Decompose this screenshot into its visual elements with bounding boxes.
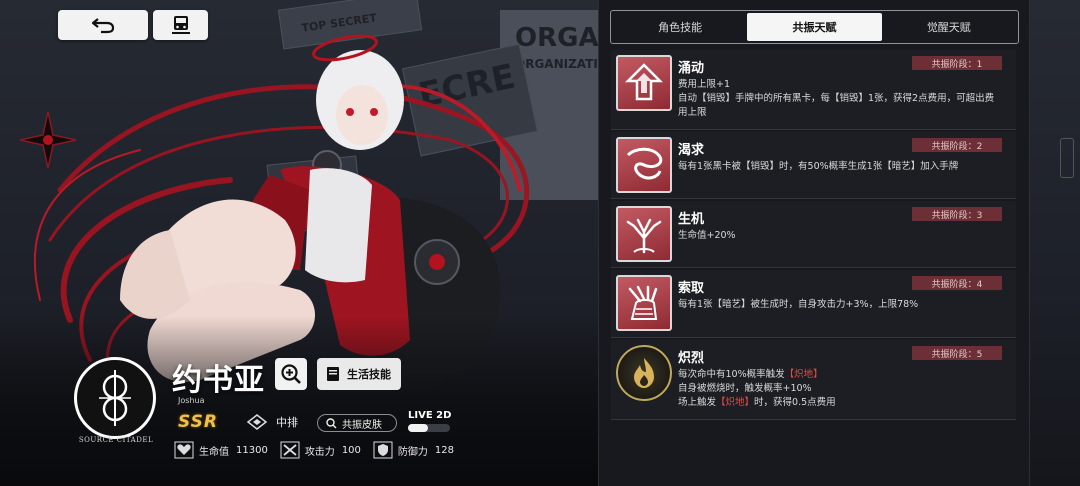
faction-emblem bbox=[74, 357, 156, 439]
life-skill-button[interactable]: 生活技能 bbox=[317, 358, 401, 390]
talent-desc: 生命值+20% bbox=[678, 229, 1003, 243]
train-icon bbox=[171, 16, 190, 34]
shield-icon bbox=[373, 441, 393, 459]
flame-icon bbox=[616, 345, 672, 401]
stat-attack: 攻击力 100 bbox=[280, 441, 361, 459]
desc-keyword: 【炽地】 bbox=[784, 369, 823, 380]
desc-text: 每次命中有10%概率触发 bbox=[678, 369, 785, 380]
search-icon bbox=[326, 417, 337, 428]
tab-character-skills[interactable]: 角色技能 bbox=[613, 13, 747, 41]
talent-item[interactable]: 涌动 共振阶段：1 费用上限+1 自动【销毁】手牌中的所有黑卡，每【销毁】1张，… bbox=[611, 50, 1016, 130]
heart-icon bbox=[174, 441, 194, 459]
skin-label: 共振皮肤 bbox=[342, 419, 382, 431]
talent-stage: 共振阶段：2 bbox=[912, 138, 1002, 152]
talent-name: 涌动 bbox=[678, 61, 705, 76]
desc-text: 场上触发 bbox=[678, 397, 717, 408]
desc-keyword: 【炽地】 bbox=[716, 397, 755, 408]
toggle-knob bbox=[408, 424, 428, 432]
stat-attack-value: 100 bbox=[341, 444, 361, 456]
character-name: 约书亚 bbox=[172, 363, 265, 398]
return-arrow-icon bbox=[91, 18, 115, 34]
talent-name: 索取 bbox=[678, 281, 705, 296]
talent-item[interactable]: 生机 共振阶段：3 生命值+20% bbox=[611, 201, 1016, 268]
talent-name: 生机 bbox=[678, 212, 705, 227]
life-skill-label: 生活技能 bbox=[347, 368, 391, 381]
tab-bar: 角色技能 共振天赋 觉醒天赋 bbox=[610, 10, 1019, 44]
faction-label: SOURCE CITADEL bbox=[78, 436, 154, 444]
talent-list: 涌动 共振阶段：1 费用上限+1 自动【销毁】手牌中的所有黑卡，每【销毁】1张，… bbox=[611, 50, 1016, 420]
live2d-toggle[interactable] bbox=[408, 424, 450, 432]
tab-resonance-talents[interactable]: 共振天赋 bbox=[747, 13, 882, 41]
position-indicator: 中排 bbox=[246, 414, 298, 430]
grasping-hand-icon bbox=[616, 275, 672, 331]
rarity-badge: SSR bbox=[178, 412, 218, 432]
source-citadel-logo-icon bbox=[99, 370, 131, 426]
stat-attack-label: 攻击力 bbox=[304, 446, 335, 458]
stats-row: 生命值 11300 攻击力 100 防御力 128 bbox=[174, 441, 454, 459]
talent-item[interactable]: 炽烈 共振阶段：5 每次命中有10%概率触发【炽地】 自身被燃烧时，触发概率+1… bbox=[611, 340, 1016, 420]
talent-desc: 每有1张【暗艺】被生成时，自身攻击力+3%，上限78% bbox=[678, 298, 1003, 312]
talent-desc-line: 自动【销毁】手牌中的所有黑卡，每【销毁】1张，获得2点费用，可超出费用上限 bbox=[678, 93, 995, 118]
game-screen: { "background": { "paper_top_secret": "T… bbox=[0, 0, 1080, 486]
stat-hp-label: 生命值 bbox=[199, 446, 229, 458]
stat-defense-value: 128 bbox=[434, 444, 454, 456]
position-label: 中排 bbox=[276, 416, 298, 429]
live2d-label: LIVE 2D bbox=[408, 410, 452, 421]
position-diamond-icon bbox=[246, 414, 268, 430]
talent-desc-line: 场上触发【炽地】时，获得0.5点费用 bbox=[678, 396, 1003, 410]
talent-desc-line: 每有1张黑卡被【销毁】时，有50%概率生成1张【暗艺】加入手牌 bbox=[678, 161, 959, 172]
talent-desc-line: 每次命中有10%概率触发【炽地】 bbox=[678, 368, 1003, 382]
resonance-skin-button[interactable]: 共振皮肤 bbox=[317, 414, 397, 432]
talent-stage: 共振阶段：3 bbox=[912, 207, 1002, 221]
talent-stage: 共振阶段：4 bbox=[912, 276, 1002, 290]
talent-name: 炽烈 bbox=[678, 351, 705, 366]
stat-defense-label: 防御力 bbox=[397, 446, 428, 458]
stat-hp-value: 11300 bbox=[236, 444, 268, 456]
upward-arrow-icon bbox=[616, 55, 672, 111]
train-button[interactable] bbox=[153, 10, 208, 40]
side-scroll-handle[interactable] bbox=[1060, 138, 1074, 178]
talent-desc-line: 自身被燃烧时，触发概率+10% bbox=[678, 382, 1003, 396]
compass-star-icon bbox=[19, 111, 77, 169]
desc-text: 自身被燃烧时，触发概率+10% bbox=[678, 383, 812, 394]
zoom-in-icon bbox=[281, 364, 301, 384]
swirl-icon bbox=[616, 137, 672, 193]
talent-desc-line: 每有1张【暗艺】被生成时，自身攻击力+3%，上限78% bbox=[678, 299, 919, 310]
talent-name: 渴求 bbox=[678, 143, 705, 158]
swords-icon bbox=[280, 441, 300, 459]
talent-desc: 费用上限+1 自动【销毁】手牌中的所有黑卡，每【销毁】1张，获得2点费用，可超出… bbox=[678, 78, 1003, 120]
book-icon bbox=[327, 367, 339, 381]
talent-desc-line: 生命值+20% bbox=[678, 230, 736, 241]
talent-item[interactable]: 索取 共振阶段：4 每有1张【暗艺】被生成时，自身攻击力+3%，上限78% bbox=[611, 270, 1016, 338]
desc-text: 时，获得0.5点费用 bbox=[754, 397, 836, 408]
talent-stage: 共振阶段：1 bbox=[912, 56, 1002, 70]
back-button[interactable] bbox=[58, 10, 148, 40]
talent-desc: 每有1张黑卡被【销毁】时，有50%概率生成1张【暗艺】加入手牌 bbox=[678, 160, 1003, 174]
character-name-en: Joshua bbox=[178, 396, 205, 405]
tab-awakening-talents[interactable]: 觉醒天赋 bbox=[882, 13, 1016, 41]
talent-desc: 每次命中有10%概率触发【炽地】 自身被燃烧时，触发概率+10% 场上触发【炽地… bbox=[678, 368, 1003, 410]
stat-hp: 生命值 11300 bbox=[174, 441, 268, 459]
zoom-button[interactable] bbox=[275, 358, 307, 390]
talent-desc-line: 费用上限+1 bbox=[678, 79, 731, 90]
talent-item[interactable]: 渴求 共振阶段：2 每有1张黑卡被【销毁】时，有50%概率生成1张【暗艺】加入手… bbox=[611, 132, 1016, 199]
tree-icon bbox=[616, 206, 672, 262]
stat-defense: 防御力 128 bbox=[373, 441, 454, 459]
talent-stage: 共振阶段：5 bbox=[912, 346, 1002, 360]
